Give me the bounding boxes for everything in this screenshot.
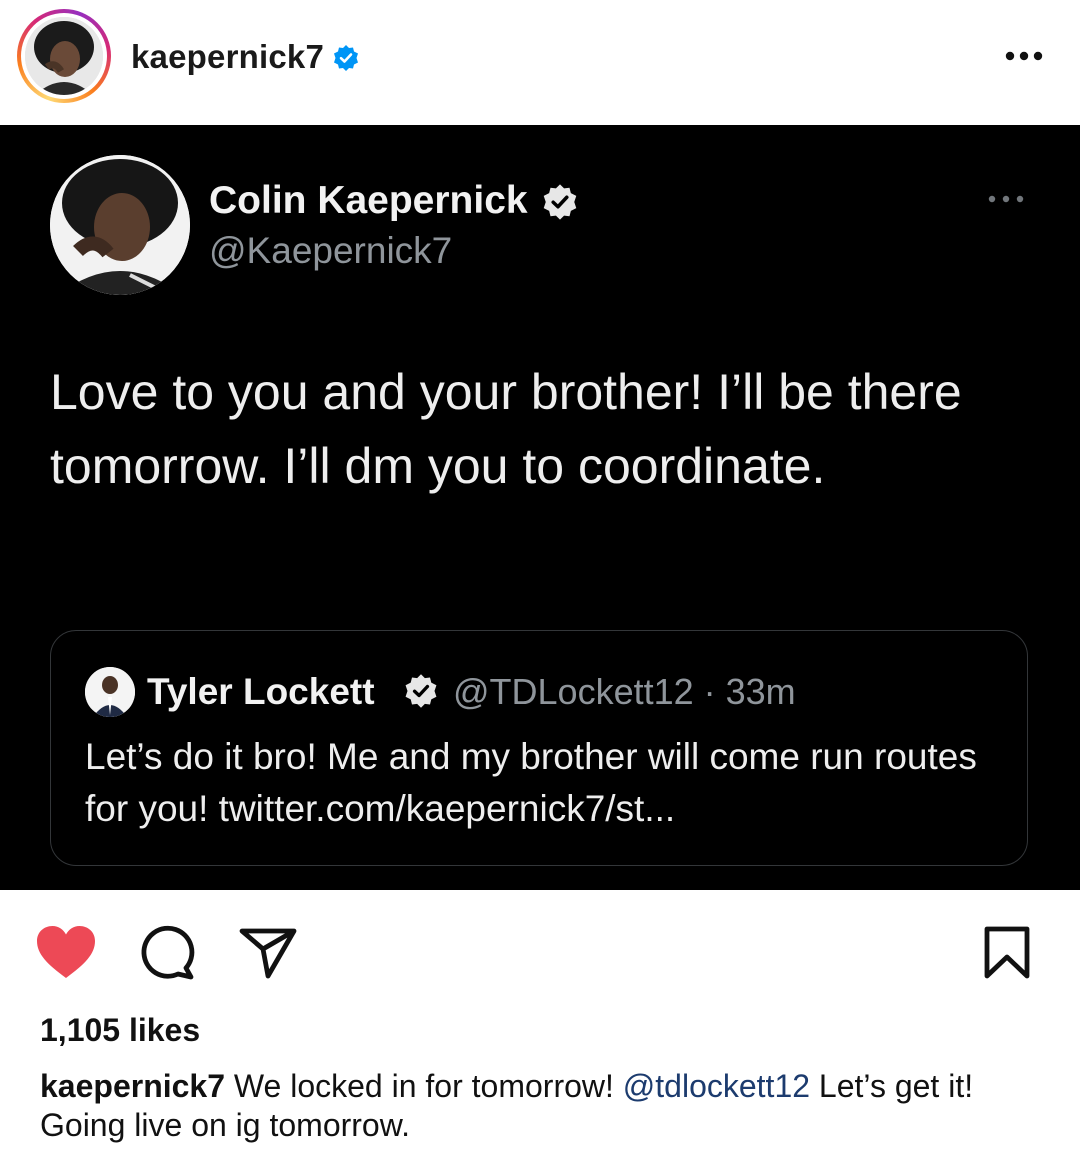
heart-filled-icon[interactable] (35, 924, 97, 980)
quoted-tweet-text: Let’s do it bro! Me and my brother will … (85, 736, 977, 829)
tweet-author-handle: @Kaepernick7 (209, 230, 453, 271)
like-count[interactable]: 1,105 likes (40, 1012, 200, 1049)
quoted-author-name: Tyler Lockett (147, 671, 375, 712)
comment-icon[interactable] (138, 924, 196, 980)
post-action-bar (0, 890, 1080, 1010)
caption-mention-link[interactable]: @tdlockett12 (623, 1068, 810, 1104)
caption-text: We locked in for tomorrow! (225, 1068, 623, 1104)
verified-badge-icon (334, 45, 358, 71)
post-caption: kaepernick7 We locked in for tomorrow! @… (40, 1067, 1040, 1145)
quoted-author-avatar (85, 667, 135, 717)
tweet-text: Love to you and your brother! I’ll be th… (50, 364, 962, 494)
caption-username[interactable]: kaepernick7 (40, 1068, 225, 1104)
quoted-tweet[interactable]: Tyler Lockett @TDLockett12 · 33m Let’s d… (50, 630, 1028, 866)
tweet-more-icon[interactable] (986, 189, 1026, 209)
profile-avatar[interactable] (17, 9, 111, 103)
post-header: kaepernick7 (0, 0, 1080, 125)
tweet-screenshot: Colin Kaepernick @Kaepernick7 Love to yo… (0, 125, 1080, 890)
profile-photo (25, 17, 103, 95)
more-options-icon[interactable] (1003, 43, 1045, 69)
username[interactable]: kaepernick7 (131, 38, 324, 76)
tweet-author-avatar (50, 155, 190, 295)
bookmark-icon[interactable] (982, 926, 1032, 980)
tweet-verified-badge-icon (543, 184, 577, 220)
tweet-author-name: Colin Kaepernick (209, 179, 528, 222)
send-icon[interactable] (238, 926, 298, 980)
quoted-verified-badge-icon (405, 674, 437, 708)
quoted-author-handle-time: @TDLockett12 · 33m (453, 671, 796, 712)
